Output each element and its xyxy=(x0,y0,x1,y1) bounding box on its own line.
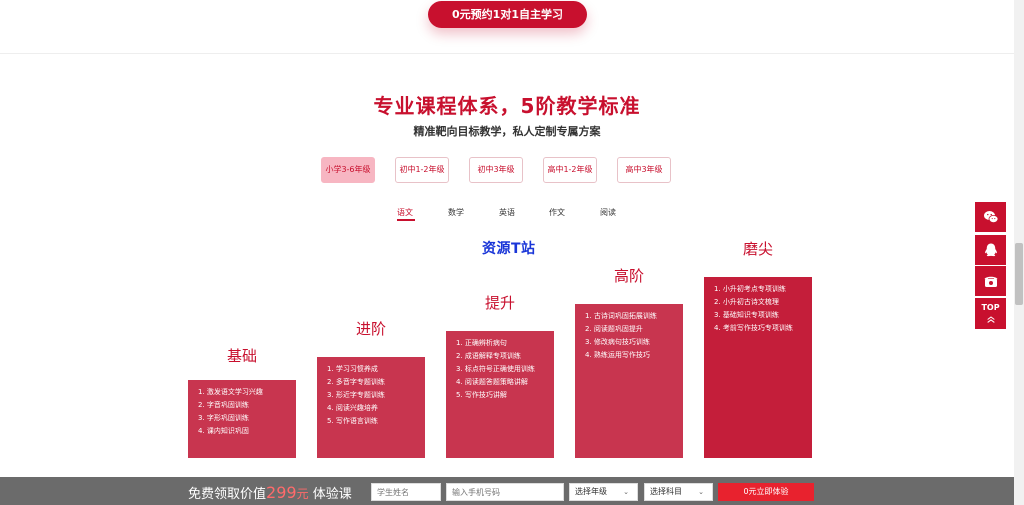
stage-box-improve: 1. 正确辨析病句 2. 成语解释专项训练 3. 标点符号正确使用训练 4. 阅… xyxy=(446,331,554,458)
grade-select[interactable]: 选择年级 ⌄ xyxy=(569,483,638,501)
subject-tab-chinese[interactable]: 语文 xyxy=(397,207,413,218)
stage-item: 4. 熟练运用写作技巧 xyxy=(585,351,650,359)
stage-label-improve: 提升 xyxy=(484,294,515,312)
promo-price: 299 xyxy=(266,483,297,502)
grade-tab-senior-1-2[interactable]: 高中1-2年级 xyxy=(543,157,597,183)
stage-item: 2. 阅读题巩固提升 xyxy=(585,325,643,333)
grade-tab-junior-1-2[interactable]: 初中1-2年级 xyxy=(395,157,449,183)
submit-trial-button[interactable]: 0元立即体验 xyxy=(718,483,814,501)
subject-tab-math[interactable]: 数学 xyxy=(448,207,464,218)
stage-item: 1. 学习习惯养成 xyxy=(327,365,378,373)
stage-item: 3. 基础知识专项训练 xyxy=(714,311,779,319)
stage-label-peak: 磨尖 xyxy=(742,240,773,258)
subject-tab-underline xyxy=(397,219,415,221)
stage-item: 4. 考前写作技巧专项训练 xyxy=(714,324,793,332)
subject-select-value: 选择科目 xyxy=(650,487,682,496)
back-to-top-button[interactable]: TOP xyxy=(975,298,1006,329)
stage-item: 2. 成语解释专项训练 xyxy=(456,352,521,360)
stage-item: 4. 课内知识巩固 xyxy=(198,427,249,435)
stage-item: 5. 写作语言训练 xyxy=(327,417,378,425)
side-wechat-button[interactable] xyxy=(975,202,1006,232)
section-title: 专业课程体系，5阶教学标准 xyxy=(373,94,641,118)
subject-tab-composition[interactable]: 作文 xyxy=(549,207,565,218)
back-to-top-label: TOP xyxy=(981,303,1000,312)
stage-box-advanced: 1. 学习习惯养成 2. 多音字专题训练 3. 形近字专题训练 4. 阅读兴趣培… xyxy=(317,357,425,458)
stage-item: 4. 阅读兴趣培养 xyxy=(327,404,378,412)
stage-box-basic: 1. 激发语文学习兴趣 2. 字音巩固训练 3. 字形巩固训练 4. 课内知识巩… xyxy=(188,380,296,458)
chevron-down-icon: ⌄ xyxy=(623,488,629,496)
subject-select[interactable]: 选择科目 ⌄ xyxy=(644,483,713,501)
subject-tab-reading[interactable]: 阅读 xyxy=(600,207,616,218)
watermark-text: 资源T站 xyxy=(482,241,536,257)
double-chevron-up-icon xyxy=(986,316,995,323)
stage-label-basic: 基础 xyxy=(226,347,257,365)
stage-item: 2. 多音字专题训练 xyxy=(327,378,385,386)
stage-item: 2. 小升初古诗文梳理 xyxy=(714,298,779,306)
stage-item: 1. 小升初考点专项训练 xyxy=(714,285,786,293)
promo-prefix: 免费领取价值 xyxy=(188,487,267,502)
stage-item: 1. 古诗词巩固拓展训练 xyxy=(585,312,657,320)
qq-icon xyxy=(984,243,997,257)
subject-tab-english[interactable]: 英语 xyxy=(499,207,515,218)
grade-select-value: 选择年级 xyxy=(575,487,607,496)
stage-item: 4. 阅读题答题策略讲解 xyxy=(456,378,528,386)
phone-number-input[interactable] xyxy=(446,483,564,501)
student-name-input[interactable] xyxy=(371,483,441,501)
promo-suffix: 体验课 xyxy=(312,487,352,502)
chevron-down-icon: ⌄ xyxy=(698,488,704,496)
grade-tab-junior-3[interactable]: 初中3年级 xyxy=(469,157,523,183)
stage-item: 3. 修改病句技巧训练 xyxy=(585,338,650,346)
stage-item: 2. 字音巩固训练 xyxy=(198,401,249,409)
stage-item: 3. 标点符号正确使用训练 xyxy=(456,365,535,373)
phone-icon xyxy=(984,276,997,287)
stage-item: 1. 激发语文学习兴趣 xyxy=(198,388,263,396)
stage-label-advanced: 进阶 xyxy=(355,320,386,338)
grade-tab-senior-3[interactable]: 高中3年级 xyxy=(617,157,671,183)
side-phone-button[interactable] xyxy=(975,266,1006,296)
section-subtitle: 精准靶向目标教学，私人定制专属方案 xyxy=(413,125,601,138)
promo-unit: 元 xyxy=(296,487,309,501)
grade-tab-primary-3-6[interactable]: 小学3-6年级 xyxy=(321,157,375,183)
stage-item: 5. 写作技巧讲解 xyxy=(456,391,507,399)
stage-box-peak: 1. 小升初考点专项训练 2. 小升初古诗文梳理 3. 基础知识专项训练 4. … xyxy=(704,277,812,458)
promo-text: 免费领取价值299元 体验课 xyxy=(188,483,352,502)
stage-item: 3. 字形巩固训练 xyxy=(198,414,249,422)
stage-box-high: 1. 古诗词巩固拓展训练 2. 阅读题巩固提升 3. 修改病句技巧训练 4. 熟… xyxy=(575,304,683,458)
side-qq-button[interactable] xyxy=(975,235,1006,265)
stage-label-high: 高阶 xyxy=(613,267,644,285)
top-cta-button[interactable]: 0元预约1对1自主学习 xyxy=(428,1,587,28)
stage-item: 3. 形近字专题训练 xyxy=(327,391,385,399)
stage-item: 1. 正确辨析病句 xyxy=(456,339,507,347)
page-scrollbar-thumb[interactable] xyxy=(1015,243,1023,305)
wechat-icon xyxy=(983,211,998,223)
